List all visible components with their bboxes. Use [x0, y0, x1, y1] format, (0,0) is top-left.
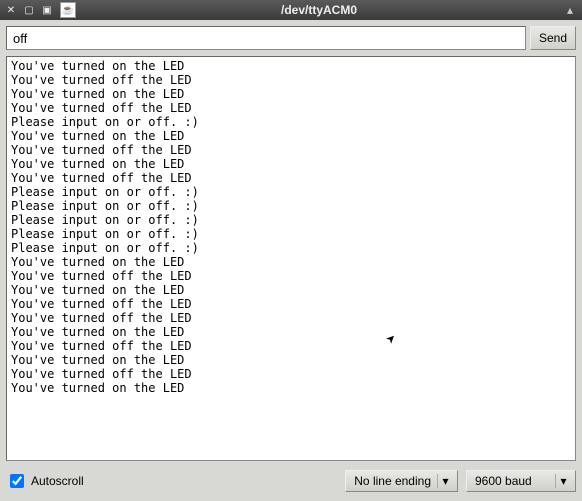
baud-selected: 9600 baud	[475, 474, 532, 488]
collapse-icon[interactable]: ▴	[562, 3, 578, 17]
line-ending-select[interactable]: No line ending ▾	[345, 470, 458, 492]
content-area: Send You've turned on the LED You've tur…	[0, 20, 582, 501]
titlebar: ✕ ▢ ▣ ☕ /dev/ttyACM0 ▴	[0, 0, 582, 20]
chevron-down-icon: ▾	[437, 474, 453, 488]
autoscroll-checkbox[interactable]	[10, 474, 24, 488]
baud-select[interactable]: 9600 baud ▾	[466, 470, 576, 492]
serial-monitor-window: ✕ ▢ ▣ ☕ /dev/ttyACM0 ▴ Send You've turne…	[0, 0, 582, 501]
maximize-icon[interactable]: ▣	[40, 3, 54, 17]
command-input[interactable]	[6, 26, 526, 50]
footer: Autoscroll No line ending ▾ 9600 baud ▾	[6, 467, 576, 495]
send-button[interactable]: Send	[530, 26, 576, 50]
window-controls: ✕ ▢ ▣	[4, 3, 54, 17]
input-row: Send	[6, 26, 576, 50]
line-ending-selected: No line ending	[354, 474, 431, 488]
chevron-down-icon: ▾	[555, 474, 571, 488]
autoscroll-control[interactable]: Autoscroll	[6, 471, 84, 491]
window-title: /dev/ttyACM0	[80, 3, 558, 17]
serial-output[interactable]: You've turned on the LED You've turned o…	[6, 56, 576, 461]
minimize-icon[interactable]: ▢	[22, 3, 36, 17]
output-text: You've turned on the LED You've turned o…	[11, 59, 199, 395]
mouse-cursor-icon: ➤	[383, 331, 400, 348]
close-icon[interactable]: ✕	[4, 3, 18, 17]
autoscroll-label: Autoscroll	[31, 474, 84, 488]
app-icon: ☕	[60, 2, 76, 18]
